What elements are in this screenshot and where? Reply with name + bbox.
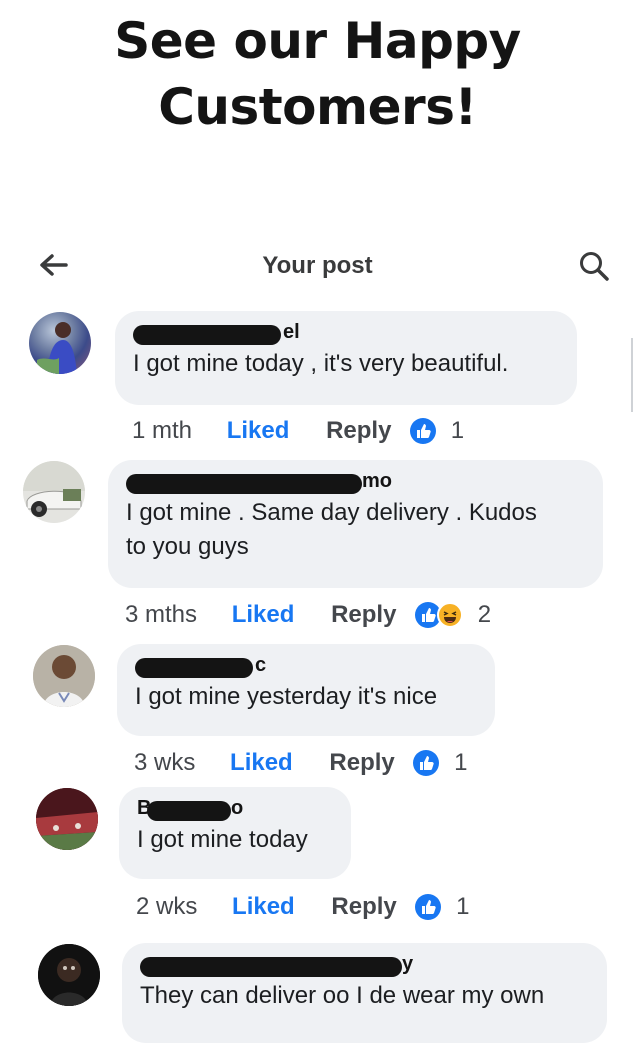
page-title: Your post bbox=[262, 252, 373, 279]
reply-button[interactable]: Reply bbox=[326, 417, 391, 445]
avatar-photo-icon bbox=[36, 788, 98, 850]
redaction-mark bbox=[147, 801, 231, 821]
avatar-photo-icon bbox=[38, 944, 100, 1006]
reaction-summary[interactable]: 1 bbox=[413, 748, 467, 777]
liked-button[interactable]: Liked bbox=[227, 417, 290, 445]
name-visible-part: c bbox=[255, 654, 267, 676]
reply-button[interactable]: Reply bbox=[331, 601, 396, 629]
scroll-edge bbox=[631, 338, 633, 412]
comment-timestamp: 2 wks bbox=[136, 892, 198, 920]
avatar[interactable] bbox=[23, 461, 85, 523]
comment-text: I got mine today bbox=[137, 826, 308, 853]
comment-actions: 1 mth Liked Reply 1 bbox=[132, 416, 464, 445]
redaction-mark bbox=[126, 474, 362, 494]
promo-headline: See our Happy Customers! bbox=[0, 8, 635, 140]
headline-line-1: See our Happy bbox=[114, 12, 521, 70]
comment-timestamp: 3 mths bbox=[125, 600, 198, 628]
reaction-count: 1 bbox=[456, 892, 470, 920]
comment-text-line: to you guys bbox=[126, 533, 249, 560]
reaction-summary[interactable]: 1 bbox=[410, 416, 464, 445]
comment-bubble: el I got mine today , it's very beautifu… bbox=[115, 311, 577, 405]
name-visible-part: el bbox=[283, 321, 300, 343]
liked-button[interactable]: Liked bbox=[232, 893, 295, 921]
post-top-bar: Your post bbox=[0, 240, 635, 292]
reply-button[interactable]: Reply bbox=[329, 749, 394, 777]
comment-actions: 3 wks Liked Reply 1 bbox=[134, 748, 467, 777]
haha-emoji-icon bbox=[437, 601, 464, 628]
name-visible-part: mo bbox=[362, 470, 392, 492]
avatar[interactable] bbox=[36, 788, 98, 850]
reaction-count: 1 bbox=[450, 416, 465, 444]
reaction-count: 1 bbox=[454, 748, 468, 776]
comment-text: They can deliver oo I de wear my own bbox=[140, 982, 545, 1009]
comment-bubble: c I got mine yesterday it's nice bbox=[117, 644, 495, 736]
commenter-name[interactable]: c bbox=[135, 654, 477, 680]
avatar-photo-icon bbox=[37, 322, 77, 374]
thumbs-up-icon bbox=[413, 749, 440, 776]
reply-button[interactable]: Reply bbox=[331, 893, 396, 921]
avatar-photo-icon bbox=[33, 645, 95, 707]
reaction-summary[interactable]: 2 bbox=[415, 600, 491, 629]
comment-bubble: mo I got mine . Same day delivery . Kudo… bbox=[108, 460, 603, 588]
liked-button[interactable]: Liked bbox=[232, 601, 295, 629]
thumbs-up-icon bbox=[415, 893, 442, 920]
comment-text: I got mine yesterday it's nice bbox=[135, 683, 438, 710]
comment-text: I got mine today , it's very beautiful. bbox=[133, 350, 509, 377]
commenter-name[interactable]: mo bbox=[126, 470, 585, 496]
thumbs-up-icon bbox=[410, 417, 437, 444]
comment-actions: 3 mths Liked Reply 2 bbox=[125, 600, 491, 629]
headline-line-2: Customers! bbox=[158, 78, 477, 136]
avatar[interactable] bbox=[29, 312, 91, 374]
redaction-mark bbox=[135, 658, 253, 678]
comment-timestamp: 1 mth bbox=[132, 416, 193, 444]
avatar[interactable] bbox=[33, 645, 95, 707]
commenter-name[interactable]: el bbox=[133, 321, 559, 347]
name-visible-part: o bbox=[231, 797, 244, 819]
redaction-mark bbox=[133, 325, 281, 345]
comment-bubble: B o I got mine today bbox=[119, 787, 351, 879]
reaction-count: 2 bbox=[477, 600, 492, 628]
avatar-photo-icon bbox=[23, 461, 85, 517]
comment-text-line: I got mine . Same day delivery . Kudos bbox=[126, 499, 537, 526]
search-icon[interactable] bbox=[578, 250, 610, 282]
commenter-name[interactable]: y bbox=[140, 953, 589, 979]
comment-bubble: y They can deliver oo I de wear my own bbox=[122, 943, 607, 1043]
comment-actions: 2 wks Liked Reply 1 bbox=[136, 892, 469, 921]
avatar[interactable] bbox=[38, 944, 100, 1006]
reaction-summary[interactable]: 1 bbox=[415, 892, 469, 921]
comment-timestamp: 3 wks bbox=[134, 748, 196, 776]
name-visible-part: y bbox=[402, 953, 414, 975]
liked-button[interactable]: Liked bbox=[230, 749, 293, 777]
commenter-name[interactable]: B o bbox=[137, 797, 333, 823]
redaction-mark bbox=[140, 957, 402, 977]
